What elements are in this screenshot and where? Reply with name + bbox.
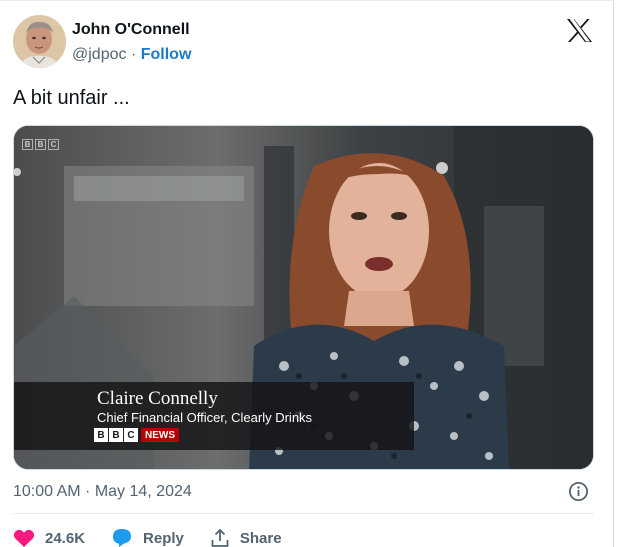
share-label: Share (239, 529, 282, 547)
x-logo-icon[interactable] (566, 18, 593, 43)
tweet-card: John O'Connell @jdpoc · Follow A bit unf… (0, 0, 614, 547)
share-upload-icon (211, 528, 229, 547)
tweet-timestamp[interactable]: 10:00 AM · May 14, 2024 (13, 483, 192, 501)
divider (13, 513, 594, 514)
like-button[interactable]: 24.6K (13, 528, 85, 547)
bbc-watermark: B B C (22, 139, 61, 150)
tweet-text: A bit unfair ... (13, 87, 130, 109)
handle-separator: · (130, 46, 137, 63)
share-button[interactable]: Share (210, 528, 282, 547)
bbc-watermark-letter: B (35, 139, 46, 150)
bbc-logo-letter: B (109, 428, 123, 442)
reply-label: Reply (143, 529, 184, 547)
like-count: 24.6K (45, 529, 86, 547)
author-avatar[interactable] (13, 15, 66, 68)
bbc-watermark-letter: B (22, 139, 33, 150)
action-bar: 24.6K Reply Share (13, 525, 308, 547)
bbc-logo-letter: B (94, 428, 108, 442)
caption-title: Chief Financial Officer, Clearly Drinks (97, 410, 313, 425)
follow-button[interactable]: Follow (141, 46, 192, 63)
tweet-media-image[interactable]: B B C Claire Connelly Chief Financial Of… (13, 125, 594, 470)
info-icon[interactable] (568, 481, 589, 502)
news-label: NEWS (141, 428, 179, 442)
author-handle[interactable]: @jdpoc (72, 46, 127, 63)
speech-bubble-icon (113, 529, 132, 547)
bbc-watermark-letter: C (48, 139, 59, 150)
author-handle-line: @jdpoc · Follow (72, 46, 191, 64)
author-name[interactable]: John O'Connell (72, 21, 190, 39)
bbc-news-logo: B B C NEWS (94, 427, 179, 443)
reply-button[interactable]: Reply (111, 528, 184, 547)
bbc-logo-letter: C (124, 428, 138, 442)
caption-name: Claire Connelly (97, 388, 218, 409)
heart-icon (13, 529, 35, 547)
